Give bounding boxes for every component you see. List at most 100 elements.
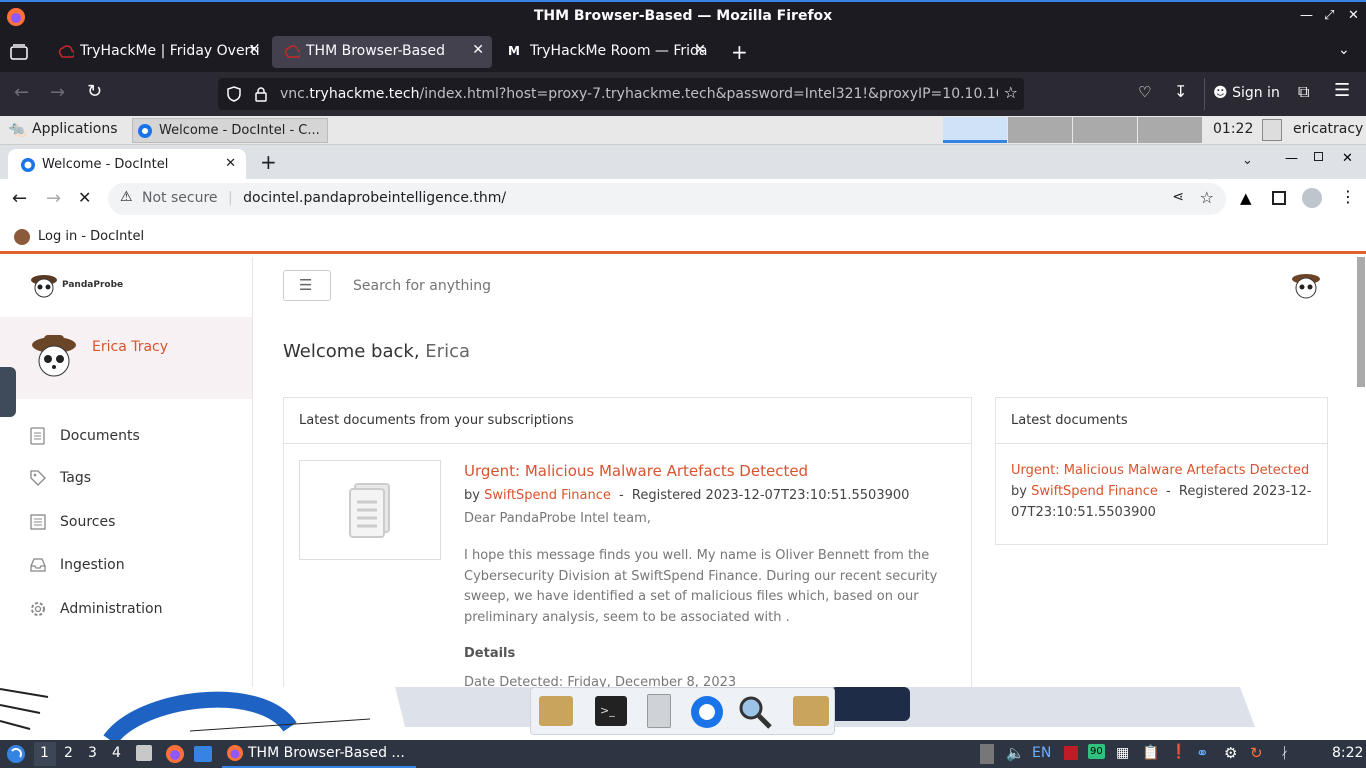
pocket-icon[interactable]: ♡ [1138, 83, 1151, 101]
battery-icon[interactable] [980, 744, 994, 764]
source-link[interactable]: SwiftSpend Finance [1031, 484, 1158, 499]
shield-icon[interactable] [226, 86, 242, 102]
terminal-icon[interactable]: >_ [595, 696, 627, 726]
close-icon[interactable]: ✕ [1342, 151, 1353, 166]
tab-overview-icon[interactable] [10, 44, 28, 60]
firefox-tab-1[interactable]: TryHackMe | Friday Overti ✕ [46, 36, 268, 68]
minimize-icon[interactable]: — [1285, 151, 1298, 166]
stop-loading-icon[interactable]: ✕ [78, 188, 91, 207]
bookmark-star-icon[interactable]: ☆ [1200, 188, 1214, 207]
workspace-switcher-4[interactable]: 4 [112, 745, 121, 761]
taskbar-window-button[interactable]: Welcome - DocIntel - C... [132, 118, 328, 143]
start-menu-icon[interactable] [6, 744, 26, 764]
sidebar-item-ingestion[interactable]: Ingestion [30, 557, 125, 573]
notes-icon[interactable]: ▦ [1116, 745, 1129, 761]
workspace-4[interactable] [1138, 117, 1202, 143]
download-icon[interactable]: ↧ [1174, 82, 1187, 101]
volume-icon[interactable]: 🔈 [1006, 744, 1025, 762]
close-tab-icon[interactable]: ✕ [225, 156, 236, 171]
menu-icon[interactable]: ☰ [1334, 80, 1350, 101]
not-secure-label[interactable]: Not secure [142, 190, 218, 206]
forward-icon[interactable]: → [46, 188, 61, 209]
workspace-3[interactable] [1073, 117, 1137, 143]
firefox-tab-2[interactable]: THM Browser-Based ✕ [272, 36, 492, 68]
document-thumbnail[interactable] [299, 460, 441, 560]
search-icon[interactable] [737, 694, 773, 730]
sidebar-item-tags[interactable]: Tags [30, 470, 91, 486]
maximize-icon[interactable]: ⤢ [1324, 8, 1334, 23]
network-icon[interactable]: ⚭ [1196, 744, 1209, 762]
sidebar-item-administration[interactable]: Administration [30, 601, 162, 617]
workspace-switcher-2[interactable]: 2 [64, 745, 73, 761]
close-tab-icon[interactable]: ✕ [248, 42, 260, 58]
user-avatar[interactable] [30, 331, 78, 379]
workspace-1[interactable] [943, 117, 1007, 143]
sidebar-item-sources[interactable]: Sources [30, 514, 115, 530]
applications-menu[interactable]: Applications [32, 121, 118, 137]
firefox-tab-3[interactable]: M TryHackMe Room — Frida ✕ [496, 36, 714, 68]
terminal-launcher-icon[interactable] [194, 746, 212, 762]
user-name-link[interactable]: Erica Tracy [92, 339, 168, 355]
tab-list-chevron-icon[interactable]: ⌄ [1338, 42, 1350, 58]
minimize-icon[interactable]: — [1300, 8, 1313, 23]
keyboard-layout[interactable]: EN [1032, 745, 1051, 761]
chrome-menu-icon[interactable]: ⋮ [1340, 187, 1356, 206]
folder-icon[interactable] [793, 696, 829, 726]
header-avatar[interactable] [1291, 270, 1321, 300]
brand-logo[interactable]: PandaProbe [30, 271, 123, 299]
share-icon[interactable]: ⋖ [1172, 189, 1184, 205]
update-icon[interactable]: ↻ [1250, 744, 1263, 762]
new-tab-icon[interactable]: + [260, 150, 277, 174]
bookmark-star-icon[interactable]: ☆ [997, 83, 1018, 102]
bluetooth-icon[interactable]: ᛅ [1280, 744, 1289, 762]
settings-icon[interactable]: ⚙ [1224, 744, 1237, 762]
notification-icon[interactable]: ❗ [1170, 744, 1187, 760]
panel-user[interactable]: ericatracy [1293, 121, 1363, 137]
labs-flask-icon[interactable]: ▲ [1240, 189, 1252, 207]
new-tab-icon[interactable]: + [731, 40, 748, 64]
source-link[interactable]: SwiftSpend Finance [484, 488, 611, 503]
workspace-switcher-3[interactable]: 3 [88, 745, 97, 761]
sign-in-button[interactable]: ☻ Sign in [1204, 78, 1288, 110]
latest-document-link[interactable]: Urgent: Malicious Malware Artefacts Dete… [1011, 460, 1321, 481]
chrome-omnibox[interactable]: ⚠ Not secure | docintel.pandaprobeintell… [108, 183, 1226, 215]
profile-avatar-icon[interactable] [1302, 188, 1322, 208]
vnc-side-handle[interactable] [0, 367, 16, 417]
close-icon[interactable]: ✕ [1348, 8, 1359, 23]
reload-icon[interactable]: ↻ [87, 81, 102, 102]
bookmark-login[interactable]: Log in - DocIntel [14, 229, 144, 245]
close-tab-icon[interactable]: ✕ [694, 42, 706, 58]
sidebar-item-documents[interactable]: Documents [30, 427, 140, 445]
lock-icon[interactable] [254, 86, 268, 102]
taskbar-window-firefox[interactable]: THM Browser-Based ... [222, 740, 416, 768]
files-launcher-icon[interactable] [136, 745, 152, 761]
chrome-tab[interactable]: Welcome - DocIntel ✕ [8, 149, 246, 179]
page-scrollbar[interactable] [1357, 257, 1365, 387]
web-browser-icon[interactable] [689, 694, 725, 730]
panel-clock[interactable]: 01:22 [1213, 121, 1253, 137]
menu-toggle-button[interactable]: ☰ [283, 270, 331, 301]
home-folder-icon[interactable] [539, 696, 573, 726]
back-icon[interactable]: ← [14, 82, 29, 103]
taskbar-clock[interactable]: 8:22 [1332, 745, 1363, 761]
forward-icon[interactable]: → [50, 82, 65, 103]
panda-logo-icon [31, 275, 57, 298]
document-title-link[interactable]: Urgent: Malicious Malware Artefacts Dete… [464, 462, 959, 480]
record-icon[interactable] [1064, 746, 1078, 760]
extensions-icon[interactable]: ⧉ [1298, 82, 1309, 102]
search-input[interactable] [347, 271, 847, 301]
workspace-2[interactable] [1008, 117, 1072, 143]
file-manager-icon[interactable] [647, 694, 671, 728]
maximize-icon[interactable] [1314, 152, 1323, 161]
close-tab-icon[interactable]: ✕ [472, 42, 484, 58]
firefox-launcher-icon[interactable] [165, 744, 185, 764]
cpu-monitor-badge[interactable]: 90 [1088, 744, 1105, 759]
battery-icon[interactable] [1262, 119, 1282, 141]
document-excerpt: I hope this message finds you well. My n… [464, 548, 938, 625]
side-panel-icon[interactable] [1272, 191, 1286, 205]
firefox-address-bar[interactable]: vnc.tryhackme.tech/index.html?host=proxy… [218, 78, 1024, 110]
clipboard-icon[interactable]: 📋 [1142, 745, 1159, 761]
back-icon[interactable]: ← [12, 188, 27, 209]
sign-in-label: Sign in [1232, 85, 1280, 101]
tab-search-chevron-icon[interactable]: ⌄ [1242, 153, 1253, 168]
